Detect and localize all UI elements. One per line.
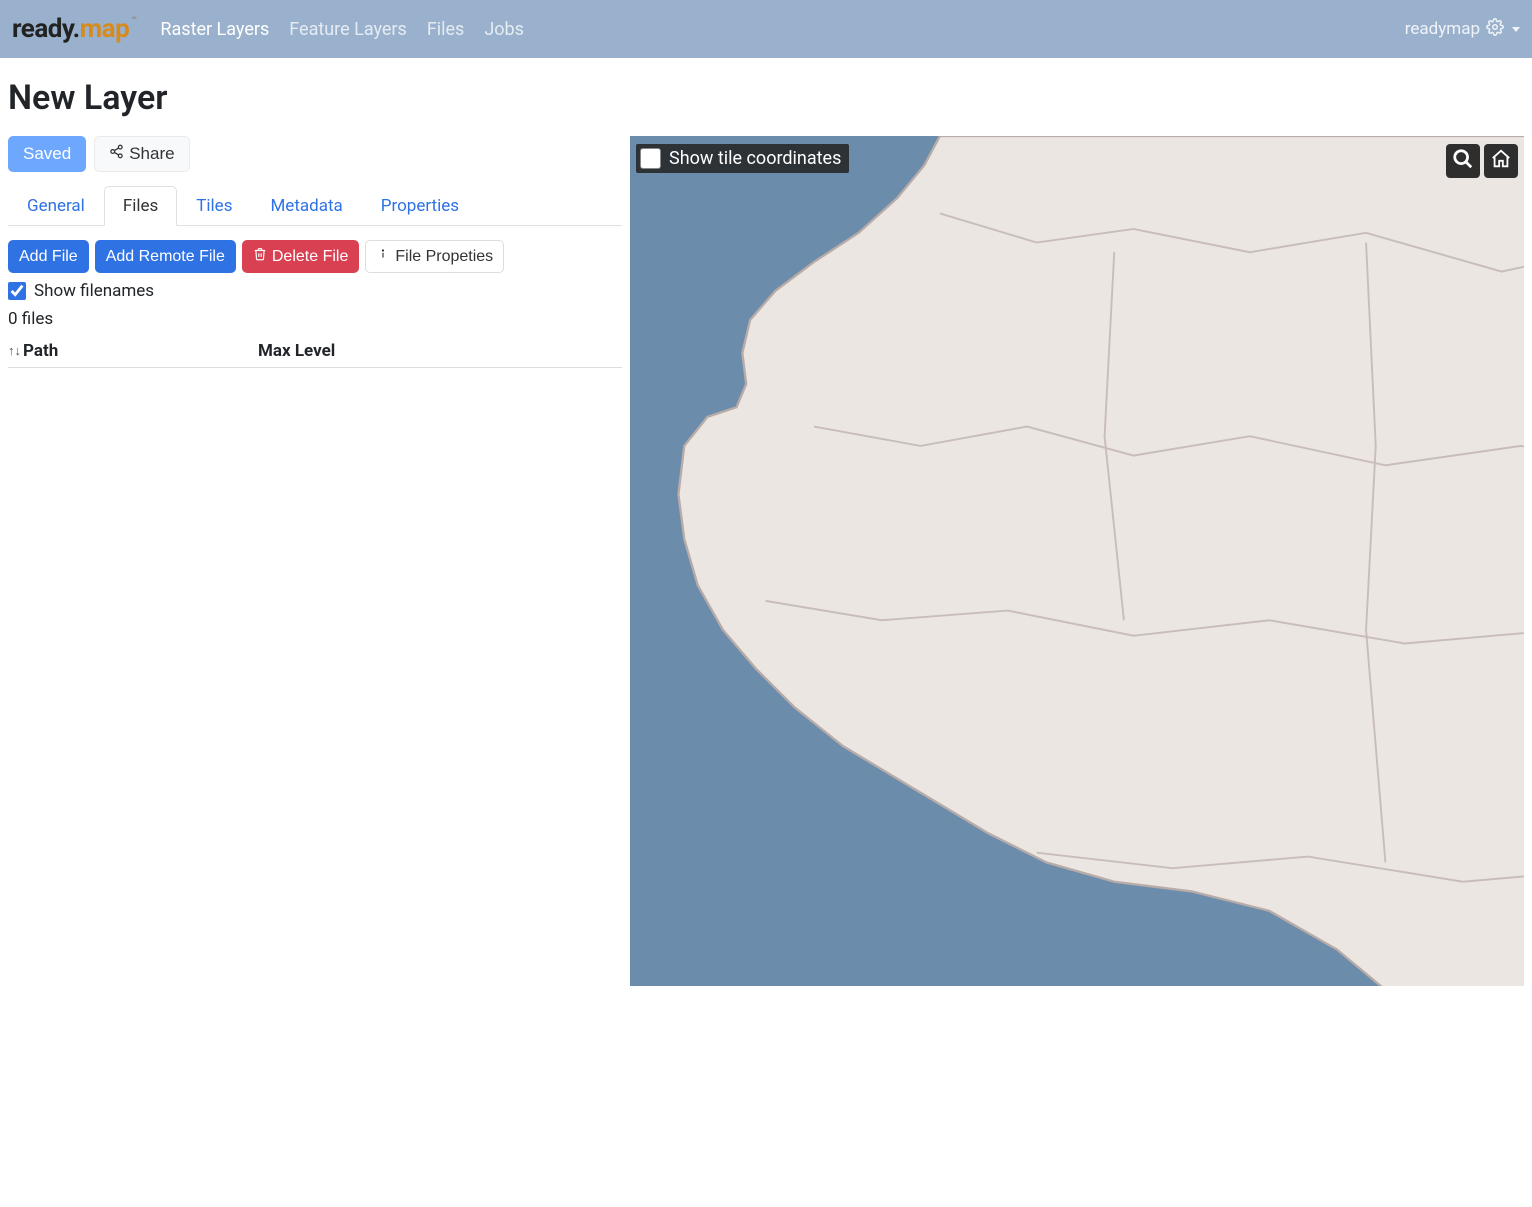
nav-username: readymap: [1405, 19, 1480, 39]
map-search-button[interactable]: [1446, 144, 1480, 178]
sort-icon: ↑↓: [8, 343, 21, 359]
file-actions: Add File Add Remote File Delete File Fil…: [8, 240, 622, 273]
map-svg: [630, 136, 1524, 986]
trash-icon: [253, 247, 267, 266]
info-icon: [376, 247, 390, 266]
map-area[interactable]: Show tile coordinates: [630, 136, 1524, 986]
tile-coords-toggle[interactable]: Show tile coordinates: [636, 144, 849, 173]
tile-coords-label: Show tile coordinates: [669, 148, 841, 169]
left-panel: Saved Share General Files Tiles Metadata…: [8, 136, 628, 986]
show-filenames-checkbox[interactable]: [8, 282, 26, 300]
share-label: Share: [129, 144, 174, 164]
file-properties-label: File Propeties: [395, 248, 493, 266]
tab-tiles[interactable]: Tiles: [177, 186, 251, 226]
show-filenames-row[interactable]: Show filenames: [8, 281, 622, 301]
col-path-header[interactable]: ↑↓ Path: [8, 341, 258, 361]
map-tools: [1446, 144, 1518, 178]
tab-general[interactable]: General: [8, 186, 104, 226]
nav-links: Raster Layers Feature Layers Files Jobs: [158, 13, 526, 46]
delete-file-label: Delete File: [272, 248, 348, 266]
file-properties-button[interactable]: File Propeties: [365, 240, 504, 273]
page-body: New Layer Saved Share General Files Tile…: [0, 58, 1532, 986]
split-pane: Saved Share General Files Tiles Metadata…: [8, 136, 1524, 986]
saved-button[interactable]: Saved: [8, 136, 86, 172]
nav-user-menu[interactable]: readymap: [1405, 18, 1520, 41]
file-count: 0 files: [8, 309, 622, 329]
tab-files[interactable]: Files: [104, 186, 177, 226]
home-icon: [1490, 148, 1512, 174]
tabs: General Files Tiles Metadata Properties: [8, 186, 622, 226]
nav-raster-layers[interactable]: Raster Layers: [158, 13, 271, 46]
map-home-button[interactable]: [1484, 144, 1518, 178]
col-maxlevel-label: Max Level: [258, 341, 335, 361]
files-table-header: ↑↓ Path Max Level: [8, 335, 622, 368]
nav-files[interactable]: Files: [425, 13, 467, 46]
chevron-down-icon: [1512, 27, 1520, 32]
gear-icon: [1486, 18, 1504, 41]
tab-properties[interactable]: Properties: [362, 186, 478, 226]
col-path-label: Path: [23, 341, 58, 361]
add-file-button[interactable]: Add File: [8, 240, 89, 273]
brand-part1: ready.: [12, 14, 80, 44]
delete-file-button[interactable]: Delete File: [242, 240, 359, 273]
brand-logo[interactable]: ready.map™: [12, 14, 134, 44]
brand-tm: ™: [131, 16, 136, 26]
share-icon: [109, 144, 124, 164]
right-panel: Show tile coordinates: [630, 136, 1524, 986]
top-actions: Saved Share: [8, 136, 622, 172]
show-filenames-label: Show filenames: [34, 281, 154, 301]
tab-metadata[interactable]: Metadata: [251, 186, 361, 226]
nav-jobs[interactable]: Jobs: [482, 13, 526, 46]
tile-coords-checkbox[interactable]: [640, 148, 661, 169]
nav-feature-layers[interactable]: Feature Layers: [287, 13, 409, 46]
top-navbar: ready.map™ Raster Layers Feature Layers …: [0, 0, 1532, 58]
page-title: New Layer: [8, 78, 1524, 118]
search-icon: [1452, 148, 1474, 174]
share-button[interactable]: Share: [94, 136, 189, 172]
add-remote-file-button[interactable]: Add Remote File: [95, 240, 236, 273]
brand-part2: map: [80, 14, 130, 44]
col-maxlevel-header[interactable]: Max Level: [258, 341, 622, 361]
